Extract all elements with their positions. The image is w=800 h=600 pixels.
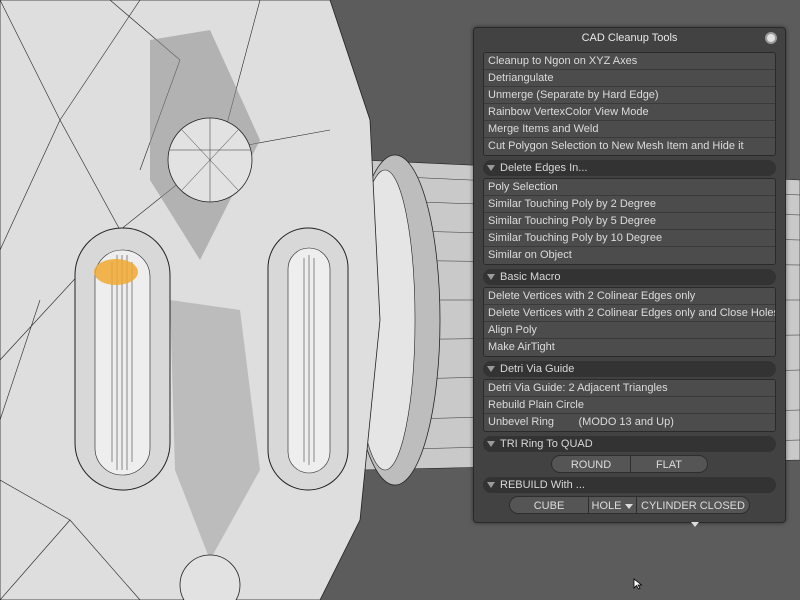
section-title: Delete Edges In... (500, 162, 588, 174)
similar-10-degree-button[interactable]: Similar Touching Poly by 10 Degree (484, 230, 775, 247)
section-detri-via-guide[interactable]: Detri Via Guide (483, 361, 776, 377)
delete-colinear-close-holes-button[interactable]: Delete Vertices with 2 Colinear Edges on… (484, 305, 775, 322)
similar-5-degree-button[interactable]: Similar Touching Poly by 5 Degree (484, 213, 775, 230)
similar-2-degree-button[interactable]: Similar Touching Poly by 2 Degree (484, 196, 775, 213)
panel-close-icon[interactable] (765, 32, 777, 44)
cleanup-ngon-button[interactable]: Cleanup to Ngon on XYZ Axes (484, 53, 775, 70)
align-poly-button[interactable]: Align Poly (484, 322, 775, 339)
cad-cleanup-tools-panel: CAD Cleanup Tools Cleanup to Ngon on XYZ… (473, 27, 786, 527)
unmerge-button[interactable]: Unmerge (Separate by Hard Edge) (484, 87, 775, 104)
collapse-triangle-icon (487, 482, 495, 489)
unbevel-ring-button[interactable]: Unbevel Ring (MODO 13 and Up) (484, 414, 775, 431)
cylinder-closed-label: CYLINDER CLOSED (641, 500, 745, 512)
cylinder-closed-dropdown[interactable]: CYLINDER CLOSED (636, 496, 750, 527)
delete-edges-group: Poly Selection Similar Touching Poly by … (483, 178, 776, 265)
mouse-cursor-icon (633, 578, 643, 590)
tri-ring-button-row: ROUND FLAT (551, 455, 708, 473)
detri-adjacent-triangles-button[interactable]: Detri Via Guide: 2 Adjacent Triangles (484, 380, 775, 397)
hole-label: HOLE (591, 500, 622, 512)
section-title: Basic Macro (500, 271, 561, 283)
round-button[interactable]: ROUND (551, 455, 631, 473)
similar-on-object-button[interactable]: Similar on Object (484, 247, 775, 264)
collapse-triangle-icon (487, 441, 495, 448)
section-tri-ring-to-quad[interactable]: TRI Ring To QUAD (483, 436, 776, 452)
section-delete-edges[interactable]: Delete Edges In... (483, 160, 776, 176)
basic-macro-group: Delete Vertices with 2 Colinear Edges on… (483, 287, 776, 357)
section-rebuild-with[interactable]: REBUILD With ... (483, 477, 776, 493)
main-tools-group: Cleanup to Ngon on XYZ Axes Detriangulat… (483, 52, 776, 156)
poly-selection-button[interactable]: Poly Selection (484, 179, 775, 196)
selected-polygons[interactable] (94, 259, 138, 285)
collapse-triangle-icon (487, 165, 495, 172)
flat-button[interactable]: FLAT (630, 455, 708, 473)
panel-title: CAD Cleanup Tools (581, 32, 678, 44)
section-title: REBUILD With ... (500, 479, 585, 491)
cube-button[interactable]: CUBE (509, 496, 589, 514)
chevron-down-icon (691, 521, 699, 527)
rebuild-plain-circle-button[interactable]: Rebuild Plain Circle (484, 397, 775, 414)
section-title: Detri Via Guide (500, 363, 575, 375)
chevron-down-icon (625, 503, 634, 509)
make-airtight-button[interactable]: Make AirTight (484, 339, 775, 356)
detri-guide-group: Detri Via Guide: 2 Adjacent Triangles Re… (483, 379, 776, 432)
section-title: TRI Ring To QUAD (500, 438, 593, 450)
detriangulate-button[interactable]: Detriangulate (484, 70, 775, 87)
delete-colinear-vertices-button[interactable]: Delete Vertices with 2 Colinear Edges on… (484, 288, 775, 305)
merge-weld-button[interactable]: Merge Items and Weld (484, 121, 775, 138)
rebuild-button-row: CUBE HOLE CYLINDER CLOSED (509, 496, 750, 527)
collapse-triangle-icon (487, 274, 495, 281)
section-basic-macro[interactable]: Basic Macro (483, 269, 776, 285)
collapse-triangle-icon (487, 366, 495, 373)
cut-polygon-selection-button[interactable]: Cut Polygon Selection to New Mesh Item a… (484, 138, 775, 155)
hole-dropdown[interactable]: HOLE (588, 496, 637, 514)
rainbow-vertexcolor-button[interactable]: Rainbow VertexColor View Mode (484, 104, 775, 121)
